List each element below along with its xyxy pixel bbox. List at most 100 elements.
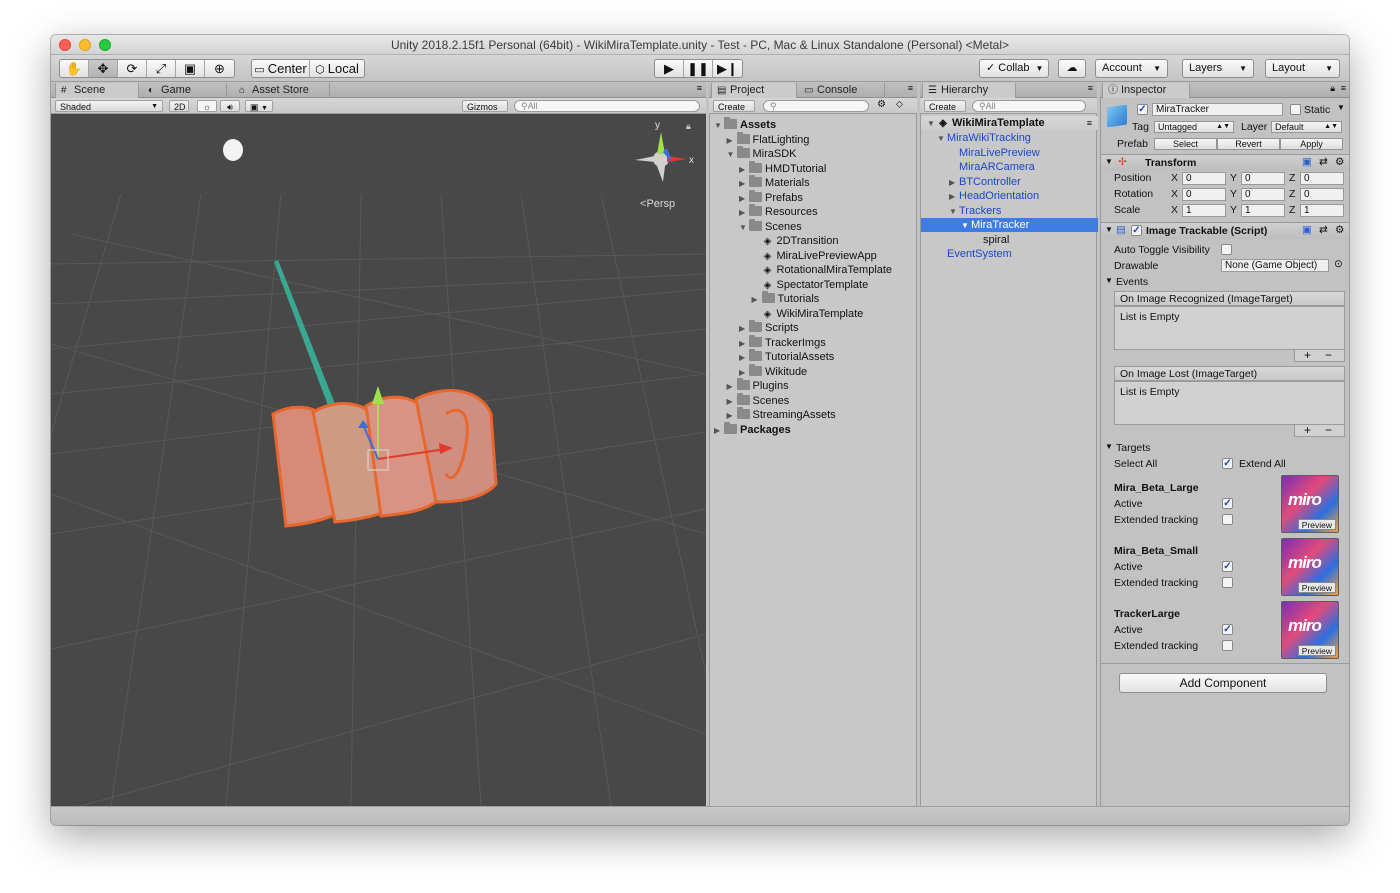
expand-arrow-right-icon[interactable]: ▶	[949, 190, 959, 204]
expand-arrow-right-icon[interactable]: ▶	[727, 134, 737, 148]
axis-y-label[interactable]: Y	[1230, 188, 1237, 200]
position-z-field[interactable]: 0	[1300, 172, 1344, 185]
scene-search-input[interactable]: ⚲All	[514, 100, 700, 112]
object-name-field[interactable]: MiraTracker	[1152, 103, 1283, 116]
persp-label[interactable]: <Persp	[640, 198, 675, 210]
settings-gear-icon[interactable]: ⚙	[1335, 156, 1344, 168]
project-tree-item[interactable]: ▼ MiraSDK	[727, 146, 797, 161]
drawable-field[interactable]: None (Game Object)	[1221, 259, 1329, 272]
expand-arrow-down-icon[interactable]: ▼	[937, 132, 947, 146]
expand-arrow-right-icon[interactable]: ▶	[752, 293, 762, 307]
collapse-arrow-icon[interactable]: ▼	[1105, 442, 1113, 451]
add-event-button[interactable]: +	[1304, 423, 1311, 437]
hierarchy-item[interactable]: MiraLivePreview	[921, 146, 1098, 160]
shading-mode-dropdown[interactable]: Shaded ▼	[55, 100, 163, 112]
audio-toggle[interactable]: 🔊︎	[220, 100, 240, 112]
account-dropdown[interactable]: Account ▼	[1095, 59, 1168, 78]
expand-arrow-right-icon[interactable]: ▶	[739, 177, 749, 191]
hierarchy-item[interactable]: ▼ MiraTracker	[921, 218, 1098, 232]
project-tree-item[interactable]: ◈ SpectatorTemplate	[752, 278, 869, 292]
expand-arrow-right-icon[interactable]: ▶	[739, 351, 749, 365]
panel-menu-icon[interactable]: ≡	[908, 83, 913, 93]
rect-tool-icon[interactable]: ▣	[176, 60, 205, 77]
remove-event-button[interactable]: −	[1325, 423, 1332, 437]
effects-dropdown[interactable]: ▣ ▼	[245, 100, 273, 112]
target-active-checkbox[interactable]: ✓	[1222, 624, 1233, 635]
preview-button[interactable]: Preview	[1297, 645, 1336, 656]
hierarchy-item[interactable]: ▶ BTController	[921, 175, 1098, 189]
project-tree-item[interactable]: ◈ WikiMiraTemplate	[752, 307, 864, 321]
project-tree-item[interactable]: ▶ HMDTutorial	[739, 160, 826, 176]
project-tree-item[interactable]: ▶ Prefabs	[739, 189, 803, 205]
step-button[interactable]: ▶❙	[713, 60, 742, 77]
prefab-apply-button[interactable]: Apply	[1280, 138, 1343, 150]
project-tree-item[interactable]: ▶ StreamingAssets	[727, 407, 836, 422]
target-preview-thumbnail[interactable]: miro Preview	[1281, 475, 1339, 533]
script-enabled-checkbox[interactable]: ✓	[1131, 225, 1142, 236]
gizmos-dropdown[interactable]: Gizmos▼	[462, 100, 508, 122]
scene-viewport[interactable]: y x <Persp 🔒︎	[51, 114, 706, 806]
expand-arrow-down-icon[interactable]: ▼	[739, 221, 749, 235]
prefab-select-button[interactable]: Select	[1154, 138, 1217, 150]
filter-by-type-icon[interactable]: ⚙	[877, 99, 886, 110]
preset-icon[interactable]: ⇄	[1319, 224, 1328, 236]
select-all-checkbox[interactable]: ✓	[1222, 458, 1233, 469]
scale-z-field[interactable]: 1	[1300, 204, 1344, 217]
project-tree-item[interactable]: ▶ TrackerImgs	[739, 334, 826, 350]
hand-tool-icon[interactable]: ✋	[60, 60, 89, 77]
hierarchy-item[interactable]: ▼ Trackers	[921, 204, 1098, 218]
project-tree-item[interactable]: ◈ 2DTransition	[752, 234, 839, 248]
project-tree-item[interactable]: ▶ FlatLighting	[727, 131, 809, 148]
tab-console[interactable]: ▭ Console	[799, 83, 885, 98]
script-header[interactable]: ▼ ▤ ✓ Image Trackable (Script) ▣ ⇄ ⚙	[1101, 222, 1349, 239]
help-icon[interactable]: ▣	[1302, 156, 1312, 168]
expand-arrow-right-icon[interactable]: ▶	[949, 176, 959, 190]
project-tree-item[interactable]: ▶ Tutorials	[752, 291, 819, 307]
project-tree-item[interactable]: ▶ Scripts	[739, 320, 799, 336]
axis-z-label[interactable]: Z	[1289, 188, 1295, 200]
expand-arrow-right-icon[interactable]: ▶	[739, 322, 749, 336]
tab-project[interactable]: ▤ Project	[711, 83, 797, 98]
project-tree-item[interactable]: ▶ Plugins	[727, 378, 789, 394]
hierarchy-scene-row[interactable]: ▼ ◈ WikiMiraTemplate ≡	[921, 116, 1098, 130]
axis-x-label[interactable]: X	[1171, 172, 1178, 184]
axis-z-label[interactable]: Z	[1289, 204, 1295, 216]
expand-arrow-right-icon[interactable]: ▶	[727, 395, 737, 409]
expand-arrow-right-icon[interactable]: ▶	[727, 380, 737, 394]
directional-light-icon[interactable]	[223, 139, 243, 161]
scale-x-field[interactable]: 1	[1182, 204, 1226, 217]
prefab-revert-button[interactable]: Revert	[1217, 138, 1280, 150]
axis-y-label[interactable]: Y	[1230, 204, 1237, 216]
add-component-button[interactable]: Add Component	[1119, 673, 1327, 693]
project-create-dropdown[interactable]: Create ▼	[713, 100, 755, 124]
hierarchy-item[interactable]: ▶ HeadOrientation	[921, 189, 1098, 203]
target-extended-checkbox[interactable]	[1222, 514, 1233, 525]
project-tree-item[interactable]: ▶ Scenes	[727, 392, 789, 409]
scene-menu-icon[interactable]: ≡	[1087, 116, 1092, 130]
auto-toggle-checkbox[interactable]	[1221, 244, 1232, 255]
settings-gear-icon[interactable]: ⚙	[1335, 224, 1344, 236]
position-x-field[interactable]: 0	[1182, 172, 1226, 185]
project-tree-item[interactable]: ▶ Wikitude	[739, 363, 807, 379]
project-tree-item[interactable]: ▶ Materials	[739, 175, 810, 191]
expand-arrow-down-icon[interactable]: ▼	[714, 119, 724, 133]
tab-scene[interactable]: # Scene	[55, 83, 139, 98]
collapse-arrow-icon[interactable]: ▼	[1105, 157, 1113, 166]
rotation-x-field[interactable]: 0	[1182, 188, 1226, 201]
expand-arrow-right-icon[interactable]: ▶	[714, 424, 724, 438]
collapse-arrow-icon[interactable]: ▼	[1105, 225, 1113, 234]
hierarchy-item[interactable]: MiraARCamera	[921, 160, 1098, 174]
project-tree-item[interactable]: ▼ Scenes	[739, 218, 802, 235]
collab-dropdown[interactable]: ✓ Collab ▼	[979, 59, 1049, 78]
move-tool-icon[interactable]: ✥	[89, 60, 118, 77]
preview-button[interactable]: Preview	[1297, 519, 1336, 530]
pause-button[interactable]: ❚❚	[684, 60, 713, 77]
target-active-checkbox[interactable]: ✓	[1222, 498, 1233, 509]
lighting-toggle[interactable]: ☼	[197, 100, 217, 112]
rotation-y-field[interactable]: 0	[1241, 188, 1285, 201]
axis-y-label[interactable]: Y	[1230, 172, 1237, 184]
project-tree-item[interactable]: ◈ RotationalMiraTemplate	[752, 263, 892, 277]
panel-menu-icon[interactable]: ≡	[1341, 83, 1346, 93]
static-chevron-down-icon[interactable]: ▼	[1337, 103, 1345, 112]
scale-y-field[interactable]: 1	[1241, 204, 1285, 217]
